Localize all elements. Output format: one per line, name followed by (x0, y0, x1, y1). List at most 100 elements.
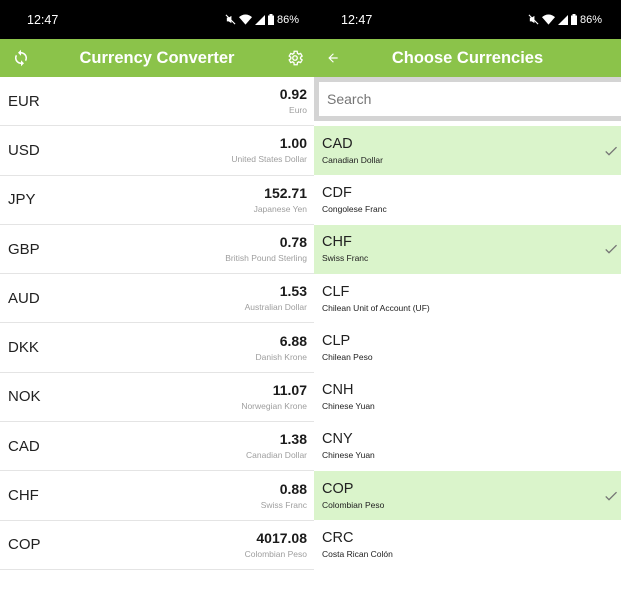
rate-info: 0.88 Swiss Franc (261, 481, 307, 511)
rate-value: 11.07 (272, 381, 307, 398)
rate-info: 1.38 Canadian Dollar (246, 431, 307, 461)
rate-row-cop[interactable]: COP 4017.08 Colombian Peso (0, 521, 314, 570)
battery-icon (267, 14, 274, 25)
signal-icon (557, 14, 568, 25)
gear-icon (288, 50, 304, 66)
currency-text: CRC Costa Rican Colón (322, 530, 393, 560)
currency-code: CAD (8, 437, 40, 455)
currency-name: Congolese Franc (322, 203, 387, 214)
back-button[interactable] (314, 39, 352, 77)
currency-text: CNY Chinese Yuan (322, 431, 375, 461)
currency-list: CAD Canadian Dollar CDF Congolese Franc CHF S… (314, 126, 621, 599)
currency-name: Canadian Dollar (246, 450, 307, 461)
currency-name: Australian Dollar (244, 302, 307, 313)
currency-code: GBP (8, 240, 40, 258)
battery-percent: 86% (276, 13, 299, 26)
rate-row-dkk[interactable]: DKK 6.88 Danish Krone (0, 323, 314, 373)
currency-text: CLF Chilean Unit of Account (UF) (322, 284, 430, 314)
mute-icon (225, 14, 236, 25)
rate-info: 0.92 Euro (280, 86, 307, 116)
currency-name: Danish Krone (255, 351, 307, 362)
currency-code: CLP (322, 332, 351, 349)
app-bar: Currency Converter (0, 39, 314, 77)
currency-name: Swiss Franc (260, 499, 307, 510)
settings-button[interactable] (276, 39, 314, 77)
currency-text: CAD Canadian Dollar (322, 136, 383, 166)
currency-code: CNH (322, 382, 354, 399)
currency-name: Chinese Yuan (322, 401, 375, 412)
currency-row-cad[interactable]: CAD Canadian Dollar (314, 126, 621, 176)
currency-row-clf[interactable]: CLF Chilean Unit of Account (UF) (314, 274, 621, 323)
rate-value: 1.00 (279, 135, 307, 152)
rate-value: 152.71 (264, 184, 307, 201)
currency-name: Colombian Peso (322, 499, 385, 510)
currency-name: Chinese Yuan (322, 450, 375, 461)
status-bar: 12:47 86% (314, 0, 621, 39)
currency-row-clp[interactable]: CLP Chilean Peso (314, 323, 621, 372)
signal-icon (254, 14, 265, 25)
currency-code: CAD (322, 135, 353, 152)
status-time: 12:47 (341, 12, 373, 27)
rate-row-eur[interactable]: EUR 0.92 Euro (0, 77, 314, 127)
currency-text: COP Colombian Peso (322, 481, 384, 511)
battery-percent: 86% (579, 13, 602, 26)
currency-code: NOK (8, 388, 41, 406)
rate-value: 0.78 (279, 234, 307, 251)
currency-code: CDF (322, 184, 352, 201)
currency-name: Japanese Yen (253, 203, 307, 214)
rate-info: 6.88 Danish Krone (255, 333, 307, 363)
rate-value: 0.92 (279, 86, 307, 103)
currency-row-cny[interactable]: CNY Chinese Yuan (314, 422, 621, 471)
status-time: 12:47 (27, 12, 59, 27)
currency-code: EUR (8, 92, 40, 110)
rate-row-gbp[interactable]: GBP 0.78 British Pound Sterling (0, 225, 314, 275)
currency-code: JPY (8, 191, 36, 209)
rate-info: 152.71 Japanese Yen (254, 185, 307, 215)
status-bar: 12:47 86% (0, 0, 314, 39)
choose-currencies-screen: 12:47 86% Choose Currencies CAD Canadian … (314, 0, 621, 599)
currency-row-cnh[interactable]: CNH Chinese Yuan (314, 372, 621, 421)
currency-name: Euro (289, 105, 307, 116)
rate-row-aud[interactable]: AUD 1.53 Australian Dollar (0, 274, 314, 324)
currency-name: Chilean Unit of Account (UF) (322, 302, 430, 313)
checkmark-icon (601, 141, 621, 161)
rate-value: 1.53 (279, 283, 307, 300)
mute-icon (528, 14, 539, 25)
currency-code: CHF (8, 487, 39, 505)
arrow-left-icon (328, 53, 338, 63)
currency-code: AUD (8, 289, 40, 307)
refresh-button[interactable] (2, 39, 40, 77)
rate-row-cad[interactable]: CAD 1.38 Canadian Dollar (0, 422, 314, 472)
currency-code: CNY (322, 431, 353, 448)
currency-text: CDF Congolese Franc (322, 185, 387, 215)
rate-info: 4017.08 Colombian Peso (245, 530, 307, 560)
rate-row-chf[interactable]: CHF 0.88 Swiss Franc (0, 471, 314, 521)
battery-icon (570, 14, 577, 25)
rate-value: 0.88 (279, 480, 307, 497)
currency-converter-screen: 12:47 86% Currency Converter EUR 0.92 Euro… (0, 0, 314, 599)
currency-name: Norwegian Krone (241, 400, 307, 411)
refresh-icon (14, 49, 28, 67)
currency-row-chf[interactable]: CHF Swiss Franc (314, 224, 621, 274)
rate-row-usd[interactable]: USD 1.00 United States Dollar (0, 126, 314, 176)
currency-code: CLF (322, 283, 350, 300)
rate-value: 4017.08 (256, 529, 307, 546)
search-input[interactable] (319, 82, 621, 116)
rate-value: 6.88 (279, 332, 307, 349)
currency-code: CRC (322, 530, 354, 547)
currency-row-crc[interactable]: CRC Costa Rican Colón (314, 520, 621, 569)
currency-text: CNH Chinese Yuan (322, 382, 375, 412)
rate-value: 1.38 (279, 431, 307, 448)
currency-code: CHF (322, 234, 352, 251)
currency-text: CHF Swiss Franc (322, 234, 368, 264)
currency-name: British Pound Sterling (225, 253, 307, 264)
wifi-icon (238, 14, 252, 25)
rate-row-jpy[interactable]: JPY 152.71 Japanese Yen (0, 176, 314, 225)
rate-row-nok[interactable]: NOK 11.07 Norwegian Krone (0, 373, 314, 423)
status-icons: 86% (225, 14, 299, 26)
currency-name: Canadian Dollar (322, 154, 383, 165)
currency-name: Costa Rican Colón (322, 549, 393, 560)
currency-row-cdf[interactable]: CDF Congolese Franc (314, 175, 621, 224)
currency-row-cop[interactable]: COP Colombian Peso (314, 471, 621, 521)
checkmark-icon (601, 239, 621, 259)
